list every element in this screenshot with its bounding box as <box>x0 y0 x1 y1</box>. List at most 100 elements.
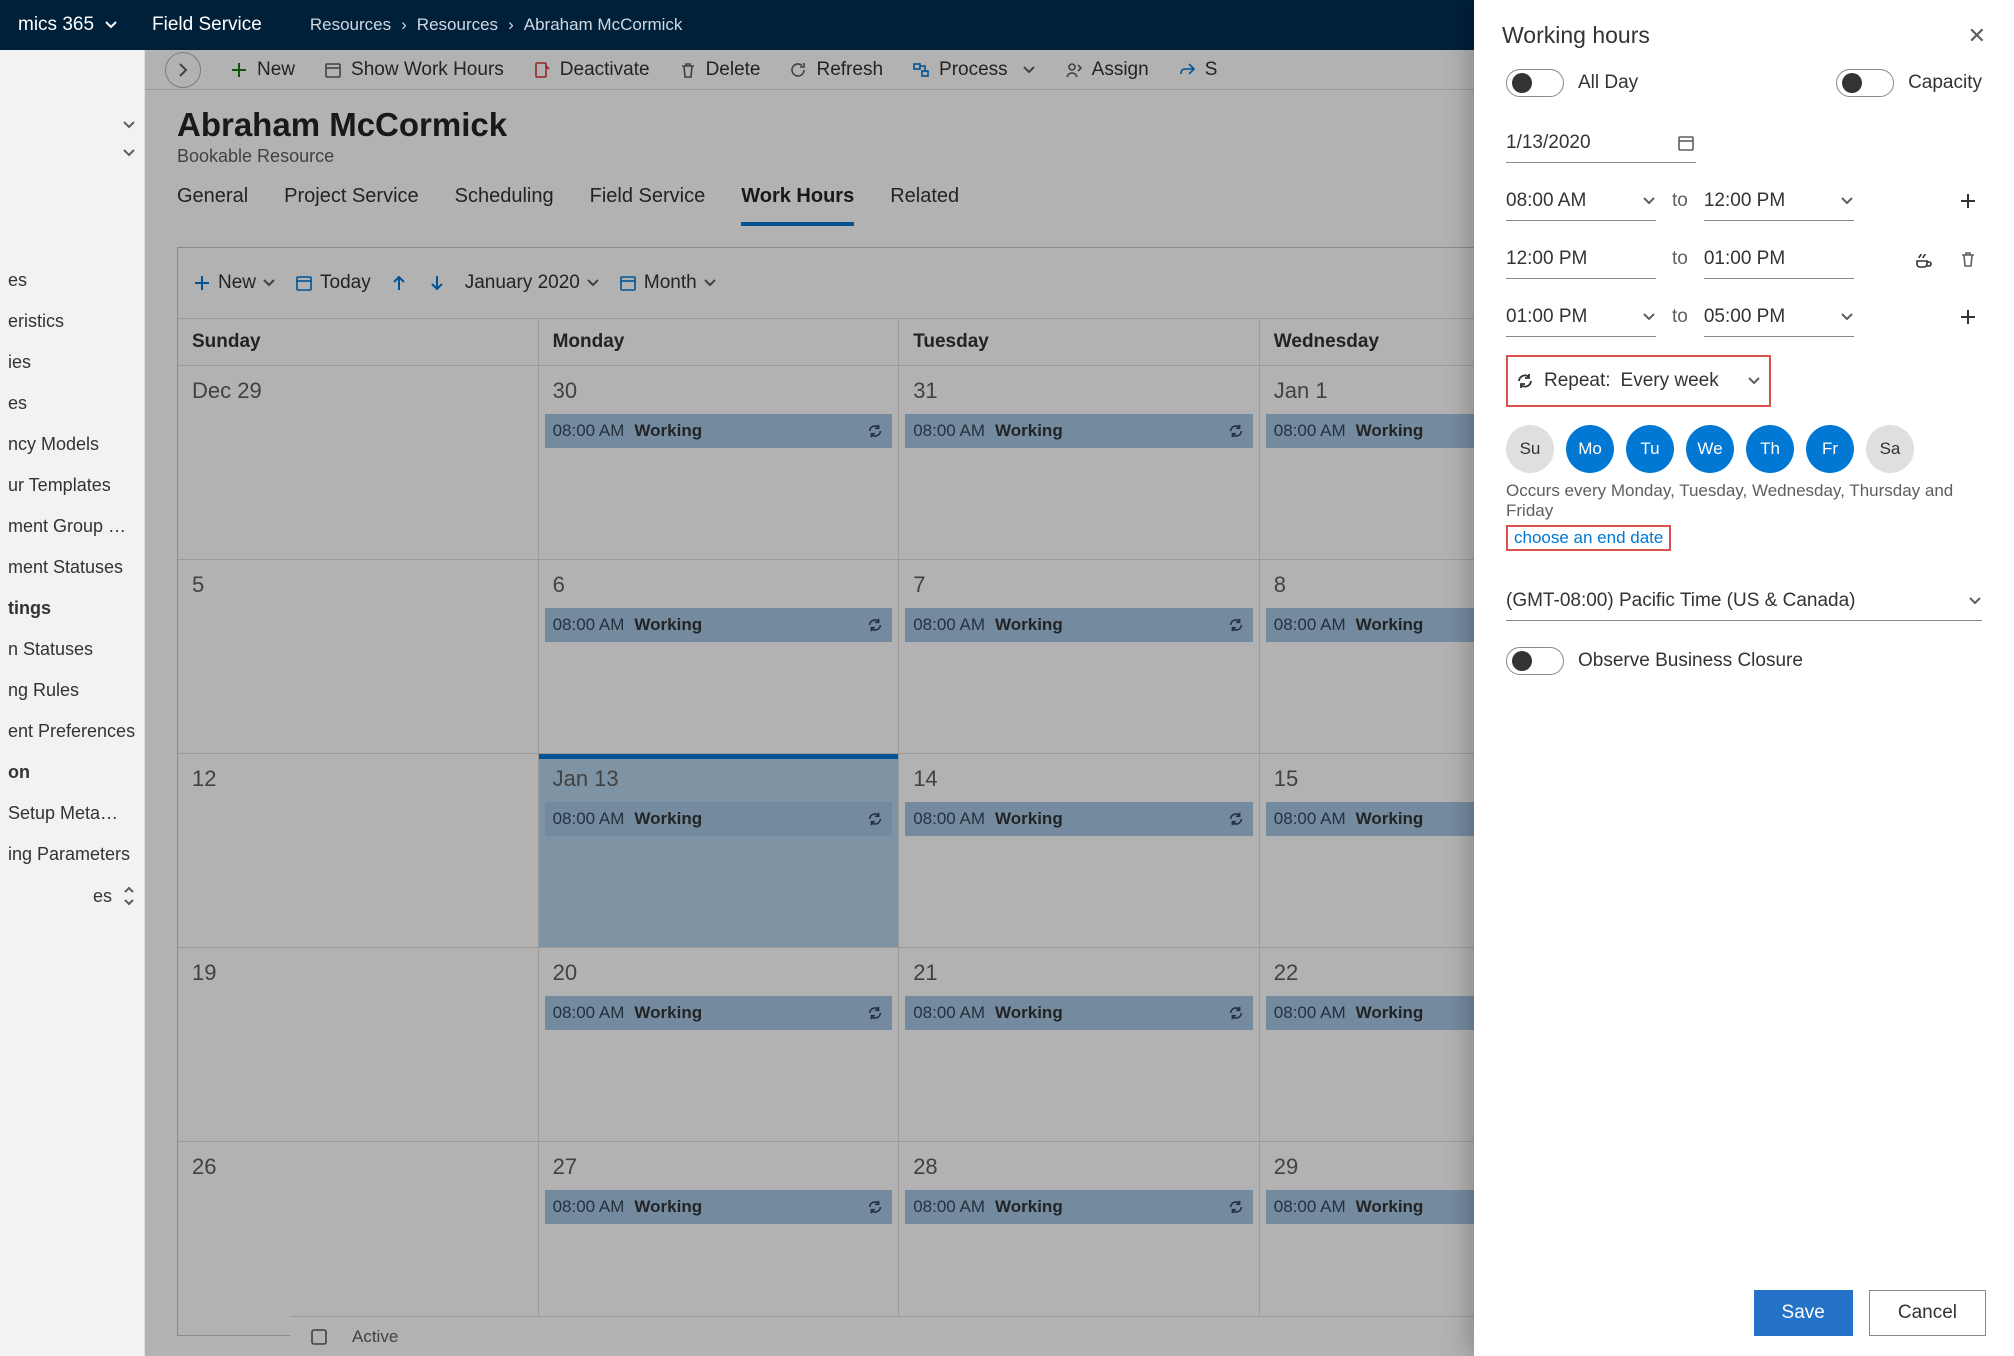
calendar-cell[interactable]: 3008:00 AMWorking <box>539 365 900 559</box>
close-icon[interactable]: ✕ <box>1968 23 1986 49</box>
chevron-down-icon[interactable] <box>122 146 136 160</box>
sidebar-item[interactable]: eristics <box>0 301 144 342</box>
arrow-up-icon[interactable] <box>389 273 409 293</box>
tab-general[interactable]: General <box>177 185 248 226</box>
save-button[interactable]: Save <box>1754 1290 1853 1336</box>
to-time-field[interactable]: 05:00 PM <box>1704 297 1854 337</box>
sidebar-item[interactable]: es <box>0 260 144 301</box>
day-toggle[interactable]: Fr <box>1806 425 1854 473</box>
delete-button[interactable]: Delete <box>678 59 761 81</box>
assign-button[interactable]: Assign <box>1064 59 1149 81</box>
view-picker[interactable]: Month <box>618 272 717 294</box>
time-slot-row: 12:00 PMto01:00 PM <box>1506 239 1982 279</box>
calendar-cell[interactable]: 608:00 AMWorking <box>539 559 900 753</box>
period-picker[interactable]: January 2020 <box>465 272 600 294</box>
sidebar-item[interactable]: ur Templates <box>0 465 144 506</box>
sidebar-item[interactable]: ncy Models <box>0 424 144 465</box>
area-label[interactable]: Field Service <box>152 14 262 36</box>
observe-closure-toggle[interactable] <box>1506 647 1564 675</box>
calendar-cell[interactable]: 2008:00 AMWorking <box>539 947 900 1141</box>
sidebar-item[interactable]: es <box>0 383 144 424</box>
event-time: 08:00 AM <box>913 615 985 635</box>
sidebar-item[interactable]: ment Group … <box>0 506 144 547</box>
add-slot-button[interactable] <box>1954 303 1982 331</box>
new-button[interactable]: New <box>229 59 295 81</box>
calendar-event[interactable]: 08:00 AMWorking <box>905 802 1253 836</box>
recurring-icon <box>1227 1004 1245 1022</box>
from-time-field[interactable]: 01:00 PM <box>1506 297 1656 337</box>
calendar-new-button[interactable]: New <box>192 272 276 294</box>
repeat-select[interactable]: Every week <box>1621 361 1761 401</box>
calendar-event[interactable]: 08:00 AMWorking <box>545 802 893 836</box>
timezone-select[interactable]: (GMT-08:00) Pacific Time (US & Canada) <box>1506 581 1982 621</box>
day-toggle[interactable]: Su <box>1506 425 1554 473</box>
from-time-field[interactable]: 12:00 PM <box>1506 239 1656 279</box>
day-toggle[interactable]: Sa <box>1866 425 1914 473</box>
tab-project-service[interactable]: Project Service <box>284 185 419 226</box>
updown-icon[interactable] <box>122 885 136 907</box>
calendar-event[interactable]: 08:00 AMWorking <box>545 608 893 642</box>
tab-scheduling[interactable]: Scheduling <box>455 185 554 226</box>
sidebar-item[interactable]: Setup Meta… <box>0 793 144 834</box>
deactivate-button[interactable]: Deactivate <box>532 59 650 81</box>
calendar-cell[interactable]: 1408:00 AMWorking <box>899 753 1260 947</box>
tab-related[interactable]: Related <box>890 185 959 226</box>
crumb-0[interactable]: Resources <box>310 15 391 35</box>
sidebar-item[interactable]: n Statuses <box>0 629 144 670</box>
calendar-event[interactable]: 08:00 AMWorking <box>905 1190 1253 1224</box>
calendar-cell[interactable]: 2108:00 AMWorking <box>899 947 1260 1141</box>
from-time-field[interactable]: 08:00 AM <box>1506 181 1656 221</box>
to-time-field[interactable]: 12:00 PM <box>1704 181 1854 221</box>
sidebar-item[interactable]: ent Preferences <box>0 711 144 752</box>
share-button[interactable]: S <box>1177 59 1218 81</box>
process-button[interactable]: Process <box>911 59 1036 81</box>
calendar-event[interactable]: 08:00 AMWorking <box>905 996 1253 1030</box>
calendar-cell[interactable]: 3108:00 AMWorking <box>899 365 1260 559</box>
calendar-cell[interactable]: 12 <box>178 753 539 947</box>
show-work-hours-button[interactable]: Show Work Hours <box>323 59 504 81</box>
capacity-toggle[interactable] <box>1836 69 1894 97</box>
arrow-down-icon[interactable] <box>427 273 447 293</box>
allday-toggle[interactable] <box>1506 69 1564 97</box>
choose-end-date-link[interactable]: choose an end date <box>1506 525 1671 551</box>
refresh-button[interactable]: Refresh <box>788 59 883 81</box>
calendar-cell[interactable]: 19 <box>178 947 539 1141</box>
sidebar-item[interactable]: ment Statuses <box>0 547 144 588</box>
calendar-event[interactable]: 08:00 AMWorking <box>545 414 893 448</box>
calendar-cell[interactable]: 2808:00 AMWorking <box>899 1141 1260 1335</box>
cell-date: Jan 13 <box>539 762 899 800</box>
sidebar-item[interactable]: ng Rules <box>0 670 144 711</box>
status-icon <box>310 1328 328 1346</box>
date-field[interactable]: 1/13/2020 <box>1506 123 1696 163</box>
tab-work-hours[interactable]: Work Hours <box>741 185 854 226</box>
calendar-cell[interactable]: Jan 1308:00 AMWorking <box>539 753 900 947</box>
tab-field-service[interactable]: Field Service <box>590 185 706 226</box>
chevron-down-icon[interactable] <box>122 118 136 132</box>
record-nav-button[interactable] <box>165 52 201 88</box>
to-time-field[interactable]: 01:00 PM <box>1704 239 1854 279</box>
cancel-button[interactable]: Cancel <box>1869 1290 1986 1336</box>
calendar-event[interactable]: 08:00 AMWorking <box>905 608 1253 642</box>
calendar-cell[interactable]: 2708:00 AMWorking <box>539 1141 900 1335</box>
sidebar-switcher-label[interactable]: es <box>93 886 112 907</box>
calendar-cell[interactable]: 5 <box>178 559 539 753</box>
calendar-event[interactable]: 08:00 AMWorking <box>545 1190 893 1224</box>
chevron-down-icon <box>1642 194 1656 208</box>
calendar-cell[interactable]: 708:00 AMWorking <box>899 559 1260 753</box>
delete-slot-button[interactable] <box>1954 245 1982 273</box>
chevron-down-icon[interactable] <box>104 18 118 32</box>
day-toggle[interactable]: Th <box>1746 425 1794 473</box>
day-toggle[interactable]: We <box>1686 425 1734 473</box>
add-slot-button[interactable] <box>1954 187 1982 215</box>
calendar-event[interactable]: 08:00 AMWorking <box>905 414 1253 448</box>
sidebar-item[interactable]: ing Parameters <box>0 834 144 875</box>
calendar-cell[interactable]: 26 <box>178 1141 539 1335</box>
calendar-header: Tuesday <box>899 318 1260 365</box>
crumb-1[interactable]: Resources <box>417 15 498 35</box>
today-button[interactable]: Today <box>294 272 371 294</box>
sidebar-item[interactable]: ies <box>0 342 144 383</box>
calendar-cell[interactable]: Dec 29 <box>178 365 539 559</box>
calendar-event[interactable]: 08:00 AMWorking <box>545 996 893 1030</box>
day-toggle[interactable]: Tu <box>1626 425 1674 473</box>
day-toggle[interactable]: Mo <box>1566 425 1614 473</box>
